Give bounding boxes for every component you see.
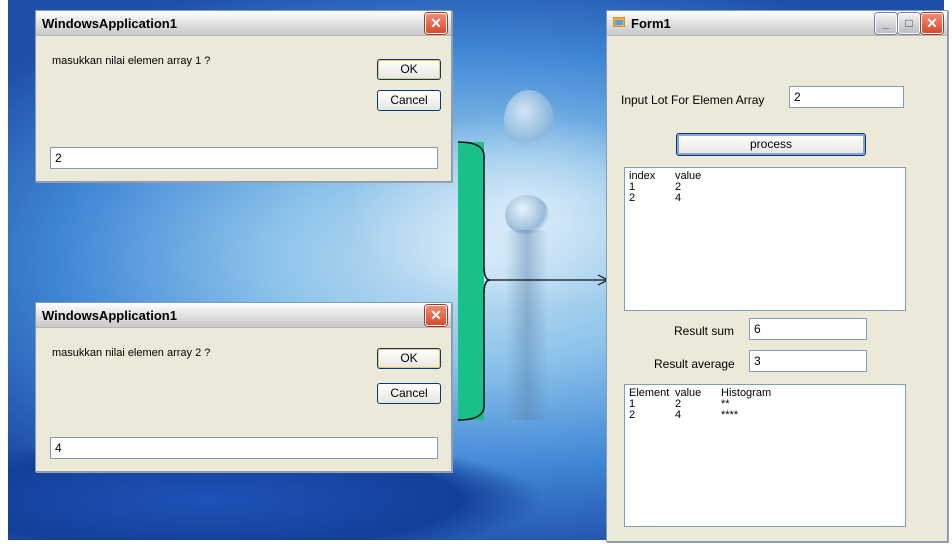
form-title: Form1 [631, 16, 671, 31]
list-cell: 1 [629, 398, 636, 410]
result-average-field[interactable]: 3 [749, 350, 867, 372]
list-cell: 1 [629, 181, 636, 193]
minimize-icon: _ [882, 16, 890, 30]
input-lot-field[interactable]: 2 [789, 86, 904, 108]
dialog-titlebar: WindowsApplication1 ✕ [36, 11, 451, 36]
list-item: 1 2 ** [629, 399, 901, 410]
form-titlebar: Form1 _ □ ✕ [607, 11, 947, 36]
dialog-titlebar: WindowsApplication1 ✕ [36, 303, 451, 328]
list-cell: 2 [629, 409, 636, 421]
list-item: 2 4 **** [629, 410, 901, 421]
input-lot-label: Input Lot For Elemen Array [621, 93, 765, 107]
histogram-listbox[interactable]: Element value Histogram 1 2 ** 2 4 **** [624, 384, 906, 527]
dialog-prompt: masukkan nilai elemen array 2 ? [52, 347, 211, 359]
close-icon: ✕ [430, 307, 442, 323]
result-average-label: Result average [654, 357, 735, 371]
maximize-icon: □ [905, 16, 913, 30]
form-app-icon [613, 17, 625, 27]
dialog-title: WindowsApplication1 [42, 16, 177, 31]
list-header: index value [629, 171, 901, 182]
list-cell: 2 [629, 192, 636, 204]
cancel-button[interactable]: Cancel [377, 383, 441, 404]
close-icon: ✕ [926, 15, 938, 31]
array-listbox[interactable]: index value 1 2 2 4 [624, 167, 906, 311]
process-button[interactable]: process [676, 133, 866, 156]
dialog-prompt: masukkan nilai elemen array 1 ? [52, 55, 211, 67]
input-dialog-1: WindowsApplication1 ✕ masukkan nilai ele… [35, 10, 452, 182]
list-header: Element value Histogram [629, 388, 901, 399]
list-cell: 2 [675, 398, 682, 410]
list-item: 2 4 [629, 193, 901, 204]
maximize-button[interactable]: □ [898, 13, 920, 34]
dialog-input-field[interactable]: 2 [50, 147, 438, 169]
dialog-title: WindowsApplication1 [42, 308, 177, 323]
ok-button[interactable]: OK [377, 348, 441, 369]
result-sum-label: Result sum [674, 324, 735, 338]
dialog-input-field[interactable]: 4 [50, 437, 438, 459]
connector-arrow [457, 141, 610, 421]
close-button[interactable]: ✕ [921, 13, 943, 34]
result-sum-field[interactable]: 6 [749, 318, 867, 340]
list-cell: **** [721, 409, 739, 421]
list-cell: 4 [675, 409, 682, 421]
form1-window: Form1 _ □ ✕ Input Lot For Elemen Array 2… [606, 10, 948, 542]
cancel-button[interactable]: Cancel [377, 90, 441, 111]
list-header-cell: index [629, 170, 656, 182]
list-header-cell: Element [629, 387, 670, 399]
close-button[interactable]: ✕ [425, 13, 447, 34]
list-item: 1 2 [629, 182, 901, 193]
list-cell: 4 [675, 192, 682, 204]
ok-button[interactable]: OK [377, 59, 441, 80]
minimize-button[interactable]: _ [875, 13, 897, 34]
close-button[interactable]: ✕ [425, 305, 447, 326]
input-dialog-2: WindowsApplication1 ✕ masukkan nilai ele… [35, 302, 452, 472]
close-icon: ✕ [430, 15, 442, 31]
list-header-cell: value [675, 387, 702, 399]
